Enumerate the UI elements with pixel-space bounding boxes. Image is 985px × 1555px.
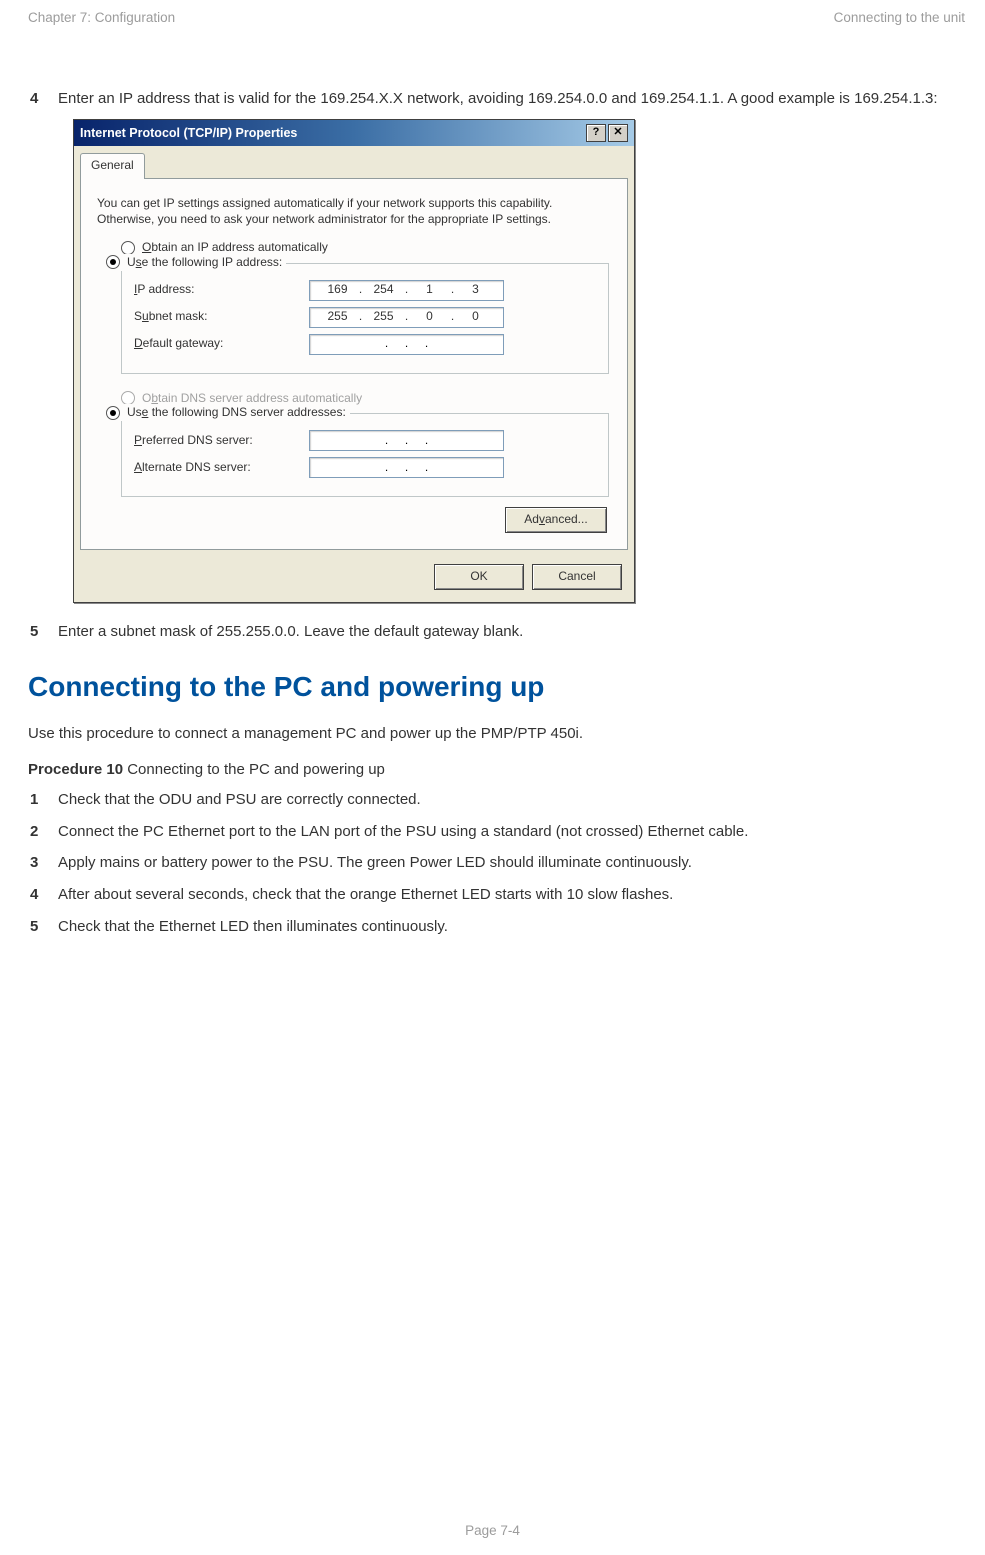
step-text: Connect the PC Ethernet port to the LAN …: [58, 821, 965, 843]
tab-general[interactable]: General: [80, 153, 145, 178]
label-alt-dns: Alternate DNS server:: [134, 459, 309, 476]
default-gateway-field[interactable]: . . .: [309, 334, 504, 355]
label-subnet: Subnet mask:: [134, 308, 309, 325]
cancel-button[interactable]: Cancel: [532, 564, 622, 590]
advanced-button[interactable]: Advanced...: [505, 507, 607, 533]
section-heading: Connecting to the PC and powering up: [28, 667, 965, 708]
page-footer: Page 7-4: [0, 1521, 985, 1541]
step-number: 4: [28, 88, 58, 110]
subnet-mask-field[interactable]: 255. 255. 0. 0: [309, 307, 504, 328]
procedure-step: 2Connect the PC Ethernet port to the LAN…: [28, 821, 965, 843]
step-text: Enter a subnet mask of 255.255.0.0. Leav…: [58, 621, 965, 643]
step-text: Apply mains or battery power to the PSU.…: [58, 852, 965, 874]
dialog-title: Internet Protocol (TCP/IP) Properties: [80, 124, 297, 142]
step-number: 2: [28, 821, 58, 843]
procedure-label: Procedure 10 Connecting to the PC and po…: [28, 759, 965, 781]
step-text: After about several seconds, check that …: [58, 884, 965, 906]
step-text: Enter an IP address that is valid for th…: [58, 88, 965, 110]
label-gateway: Default gateway:: [134, 335, 309, 352]
ip-address-field[interactable]: 169. 254. 1. 3: [309, 280, 504, 301]
close-button[interactable]: ✕: [608, 124, 628, 142]
header-right: Connecting to the unit: [834, 8, 965, 28]
procedure-step: 5Check that the Ethernet LED then illumi…: [28, 916, 965, 938]
label-pref-dns: Preferred DNS server:: [134, 432, 309, 449]
step-number: 5: [28, 621, 58, 643]
procedure-step: 4After about several seconds, check that…: [28, 884, 965, 906]
radio-use-ip[interactable]: Use the following IP address:: [102, 254, 286, 271]
alternate-dns-field[interactable]: . . .: [309, 457, 504, 478]
help-button[interactable]: ?: [586, 124, 606, 142]
ok-button[interactable]: OK: [434, 564, 524, 590]
radio-label: Use the following IP address:: [127, 254, 282, 271]
step-number: 3: [28, 852, 58, 874]
radio-label: Use the following DNS server addresses:: [127, 404, 346, 421]
procedure-step: 3Apply mains or battery power to the PSU…: [28, 852, 965, 874]
label-ip-address: IP address:: [134, 281, 309, 298]
tcpip-properties-dialog: Internet Protocol (TCP/IP) Properties ? …: [73, 119, 635, 603]
procedure-step: 1Check that the ODU and PSU are correctl…: [28, 789, 965, 811]
step-number: 1: [28, 789, 58, 811]
step-number: 5: [28, 916, 58, 938]
step-text: Check that the Ethernet LED then illumin…: [58, 916, 965, 938]
header-left: Chapter 7: Configuration: [28, 8, 175, 28]
dialog-titlebar[interactable]: Internet Protocol (TCP/IP) Properties ? …: [74, 120, 634, 146]
step-a-5: 5 Enter a subnet mask of 255.255.0.0. Le…: [28, 621, 965, 643]
preferred-dns-field[interactable]: . . .: [309, 430, 504, 451]
section-lead: Use this procedure to connect a manageme…: [28, 723, 965, 745]
radio-icon: [106, 255, 120, 269]
radio-use-dns[interactable]: Use the following DNS server addresses:: [102, 404, 350, 421]
step-a-4: 4 Enter an IP address that is valid for …: [28, 88, 965, 110]
step-text: Check that the ODU and PSU are correctly…: [58, 789, 965, 811]
step-number: 4: [28, 884, 58, 906]
radio-icon: [106, 406, 120, 420]
dialog-intro: You can get IP settings assigned automat…: [97, 195, 611, 227]
